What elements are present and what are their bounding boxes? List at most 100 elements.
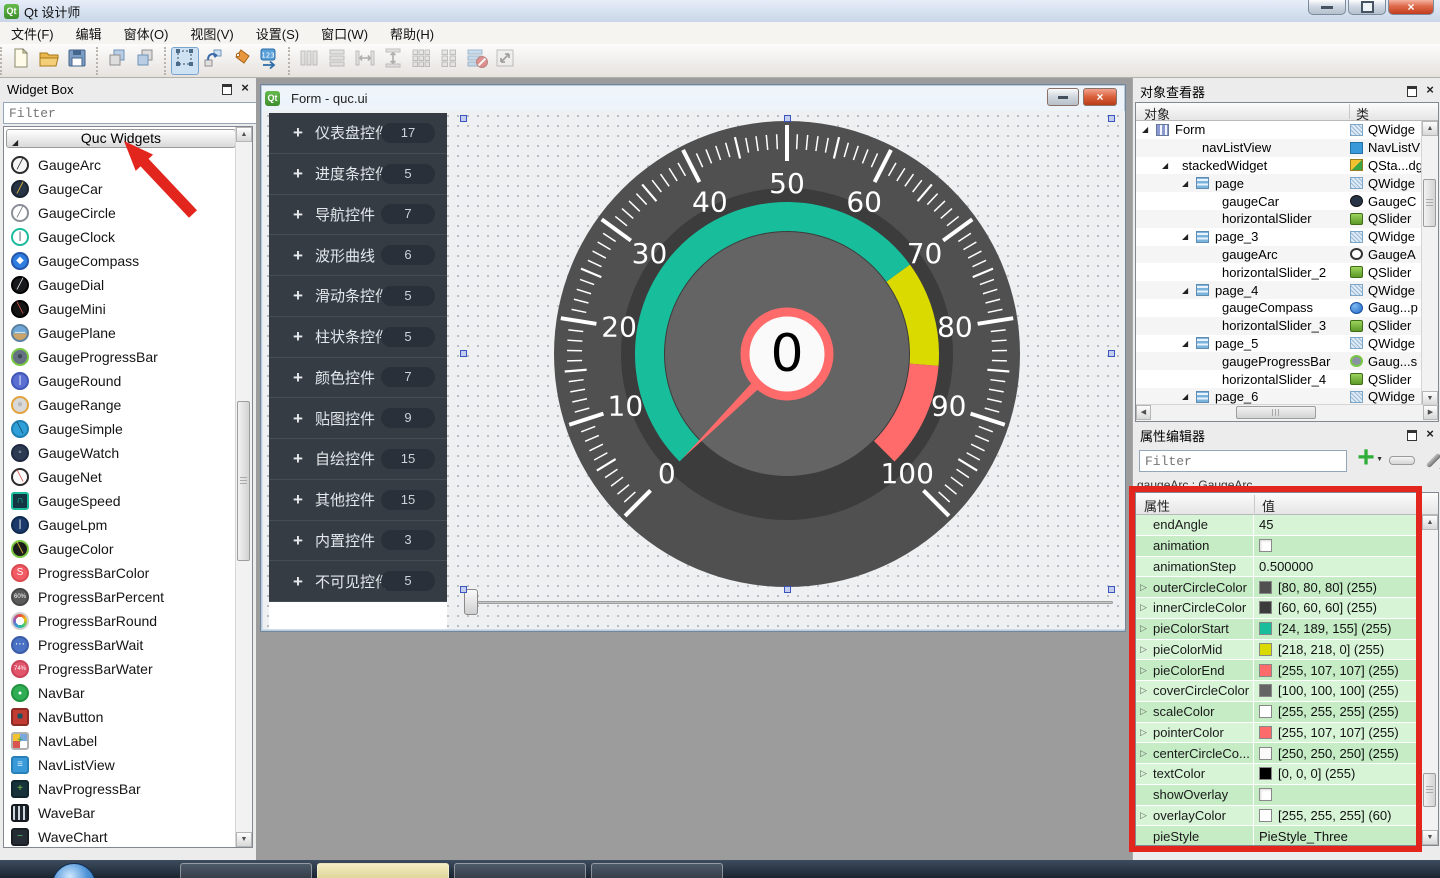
nav-item-9[interactable]: +其他控件15 bbox=[269, 480, 447, 521]
scroll-thumb[interactable] bbox=[1423, 179, 1436, 227]
menu-item-2[interactable]: 窗体(O) bbox=[113, 22, 180, 45]
save-button[interactable] bbox=[63, 47, 91, 75]
taskbar-button-1[interactable] bbox=[317, 863, 449, 878]
expander-icon[interactable]: ▷ bbox=[1136, 727, 1153, 738]
nav-item-1[interactable]: +进度条控件5 bbox=[269, 154, 447, 195]
property-row-endAngle[interactable]: endAngle45 bbox=[1136, 515, 1438, 536]
checkbox[interactable] bbox=[1259, 788, 1272, 801]
expander-icon[interactable]: ▷ bbox=[1136, 706, 1153, 717]
widget-item-gaugenet[interactable]: ╲GaugeNet bbox=[4, 465, 236, 489]
widget-item-gaugecompass[interactable]: ◆GaugeCompass bbox=[4, 249, 236, 273]
widget-item-gaugedial[interactable]: ╱GaugeDial bbox=[4, 273, 236, 297]
property-editor-float-button[interactable] bbox=[1405, 427, 1419, 441]
break-layout-button[interactable] bbox=[463, 47, 491, 75]
object-row-navListView[interactable]: navListViewNavListV bbox=[1136, 139, 1422, 157]
remove-dynamic-property-button[interactable] bbox=[1389, 456, 1415, 465]
expander-icon[interactable]: ▷ bbox=[1136, 748, 1153, 759]
object-row-page_4[interactable]: ◢page_4QWidge bbox=[1136, 281, 1422, 299]
scroll-right-icon[interactable]: ▶ bbox=[1423, 405, 1438, 420]
property-row-innerCircleColor[interactable]: ▷innerCircleColor[60, 60, 60] (255) bbox=[1136, 598, 1438, 619]
scroll-up-icon[interactable]: ▲ bbox=[236, 127, 252, 142]
layout-form-button[interactable] bbox=[435, 47, 463, 75]
scroll-left-icon[interactable]: ◀ bbox=[1136, 405, 1151, 420]
object-tree-vscrollbar[interactable]: ▲ ▼ bbox=[1421, 121, 1438, 406]
form-minimize-button[interactable] bbox=[1047, 88, 1079, 106]
widget-item-navprogressbar[interactable]: +NavProgressBar bbox=[4, 777, 236, 801]
raise-widget-button[interactable] bbox=[103, 47, 131, 75]
property-row-centerCircleCo[interactable]: ▷centerCircleCo...[250, 250, 250] (255) bbox=[1136, 743, 1438, 764]
nav-list-widget[interactable]: +仪表盘控件17+进度条控件5+导航控件7+波形曲线6+滑动条控件5+柱状条控件… bbox=[269, 113, 447, 629]
widget-item-navlistview[interactable]: ≡NavListView bbox=[4, 753, 236, 777]
expander-icon[interactable]: ▷ bbox=[1136, 810, 1153, 821]
property-row-animation[interactable]: animation bbox=[1136, 536, 1438, 557]
edit-signals-slots-button[interactable] bbox=[199, 47, 227, 75]
object-row-gaugeProgressBar[interactable]: gaugeProgressBarGaug...s bbox=[1136, 352, 1422, 370]
widget-item-wavebar[interactable]: WaveBar bbox=[4, 801, 236, 825]
widget-item-gaugerange[interactable]: ●GaugeRange bbox=[4, 393, 236, 417]
widget-item-gaugecircle[interactable]: ╱GaugeCircle bbox=[4, 201, 236, 225]
property-row-showOverlay[interactable]: showOverlay bbox=[1136, 785, 1438, 806]
object-tree-hscrollbar[interactable]: ◀ ▶ bbox=[1136, 404, 1438, 421]
expander-icon[interactable]: ◢ bbox=[1182, 392, 1196, 401]
object-row-horizontalSlider[interactable]: horizontalSliderQSlider bbox=[1136, 210, 1422, 228]
taskbar-button-0[interactable] bbox=[180, 863, 312, 878]
nav-item-8[interactable]: +自绘控件15 bbox=[269, 439, 447, 480]
scroll-thumb[interactable] bbox=[237, 401, 250, 561]
scroll-up-icon[interactable]: ▲ bbox=[1422, 515, 1438, 530]
widget-item-progressbarround[interactable]: ProgressBarRound bbox=[4, 609, 236, 633]
minimize-button[interactable] bbox=[1308, 0, 1346, 15]
property-row-pieColorStart[interactable]: ▷pieColorStart[24, 189, 155] (255) bbox=[1136, 619, 1438, 640]
menu-item-6[interactable]: 帮助(H) bbox=[379, 22, 445, 45]
object-row-horizontalSlider_3[interactable]: horizontalSlider_3QSlider bbox=[1136, 317, 1422, 335]
property-row-scaleColor[interactable]: ▷scaleColor[255, 255, 255] (255) bbox=[1136, 702, 1438, 723]
restore-button[interactable] bbox=[1348, 0, 1386, 15]
column-property[interactable]: 属性 bbox=[1144, 496, 1170, 515]
property-row-pieColorMid[interactable]: ▷pieColorMid[218, 218, 0] (255) bbox=[1136, 640, 1438, 661]
new-file-button[interactable] bbox=[7, 47, 35, 75]
widget-item-gaugeprogressbar[interactable]: ●GaugeProgressBar bbox=[4, 345, 236, 369]
selection-handle[interactable] bbox=[1108, 586, 1115, 593]
object-row-stackedWidget[interactable]: ◢stackedWidgetQSta...dg bbox=[1136, 157, 1422, 175]
nav-item-11[interactable]: +不可见控件5 bbox=[269, 561, 447, 602]
object-inspector-float-button[interactable] bbox=[1405, 83, 1419, 97]
lower-widget-button[interactable] bbox=[131, 47, 159, 75]
open-folder-button[interactable] bbox=[35, 47, 63, 75]
nav-item-2[interactable]: +导航控件7 bbox=[269, 195, 447, 236]
close-button[interactable]: × bbox=[1388, 0, 1434, 15]
nav-item-10[interactable]: +内置控件3 bbox=[269, 521, 447, 562]
object-row-gaugeArc[interactable]: gaugeArcGaugeA bbox=[1136, 246, 1422, 264]
expander-icon[interactable]: ◢ bbox=[1162, 161, 1176, 170]
scroll-thumb[interactable] bbox=[1236, 406, 1316, 419]
layout-horizontal-button[interactable] bbox=[295, 47, 323, 75]
nav-item-0[interactable]: +仪表盘控件17 bbox=[269, 113, 447, 154]
expander-icon[interactable]: ▷ bbox=[1136, 623, 1153, 634]
object-row-horizontalSlider_2[interactable]: horizontalSlider_2QSlider bbox=[1136, 263, 1422, 281]
nav-item-7[interactable]: +贴图控件9 bbox=[269, 398, 447, 439]
form-close-button[interactable]: × bbox=[1083, 88, 1117, 106]
property-row-textColor[interactable]: ▷textColor[0, 0, 0] (255) bbox=[1136, 764, 1438, 785]
property-row-animationStep[interactable]: animationStep0.500000 bbox=[1136, 557, 1438, 578]
object-row-page_5[interactable]: ◢page_5QWidge bbox=[1136, 335, 1422, 353]
widget-item-gaugeplane[interactable]: —GaugePlane bbox=[4, 321, 236, 345]
edit-widgets-button[interactable] bbox=[171, 47, 199, 75]
object-row-gaugeCompass[interactable]: gaugeCompassGaug...p bbox=[1136, 299, 1422, 317]
widget-item-wavechart[interactable]: ~WaveChart bbox=[4, 825, 236, 848]
expander-icon[interactable]: ▷ bbox=[1136, 768, 1153, 779]
category-header-quc-widgets[interactable]: ◢ Quc Widgets bbox=[6, 129, 236, 148]
widget-item-gaugemini[interactable]: ╲GaugeMini bbox=[4, 297, 236, 321]
expander-icon[interactable]: ◢ bbox=[1182, 286, 1196, 295]
widget-box-close-button[interactable]: × bbox=[238, 81, 252, 95]
property-editor-close-button[interactable]: × bbox=[1423, 427, 1437, 441]
selection-handle[interactable] bbox=[784, 586, 791, 593]
nav-item-5[interactable]: +柱状条控件5 bbox=[269, 317, 447, 358]
selection-handle[interactable] bbox=[460, 350, 467, 357]
add-dynamic-property-button[interactable]: +▼ bbox=[1351, 444, 1381, 474]
expander-icon[interactable]: ▷ bbox=[1136, 602, 1153, 613]
widget-item-gaugespeed[interactable]: ∩GaugeSpeed bbox=[4, 489, 236, 513]
widget-filter-input[interactable] bbox=[3, 102, 257, 124]
property-table-vscrollbar[interactable]: ▲ ▼ bbox=[1421, 515, 1438, 845]
menu-item-3[interactable]: 视图(V) bbox=[179, 22, 244, 45]
start-button[interactable] bbox=[52, 863, 96, 878]
widget-item-gaugecar[interactable]: ╱GaugeCar bbox=[4, 177, 236, 201]
horizontal-slider-groove[interactable] bbox=[467, 601, 1113, 604]
